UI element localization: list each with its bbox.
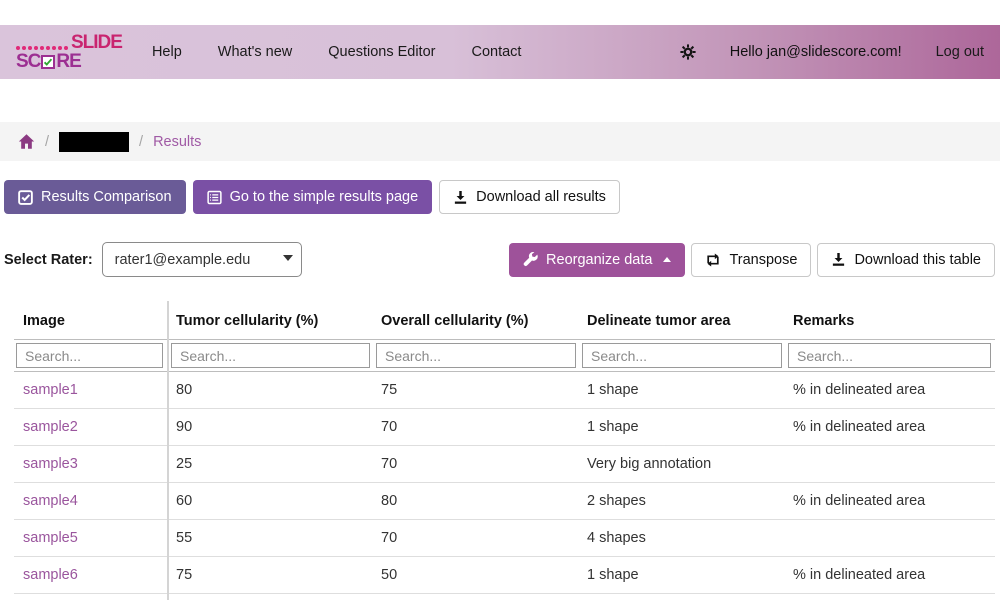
home-icon[interactable]: [18, 133, 35, 150]
cell-remarks: [786, 520, 995, 557]
logo-check-icon: [41, 55, 55, 69]
breadcrumb-separator: /: [45, 134, 49, 150]
search-input-delineate-tumor-area[interactable]: [582, 343, 782, 368]
gear-icon[interactable]: [680, 44, 696, 60]
results-comparison-button[interactable]: Results Comparison: [4, 180, 186, 214]
table-row: sample1 80 75 1 shape % in delineated ar…: [14, 372, 995, 409]
actions-toolbar: Results Comparison Go to the simple resu…: [4, 180, 1000, 214]
logo-text-line2-prefix: SC: [16, 52, 40, 71]
breadcrumb: / / Results: [0, 122, 1000, 161]
cell-delineate-tumor-area: 2 shapes: [580, 483, 786, 520]
search-input-overall-cellularity[interactable]: [376, 343, 576, 368]
column-header-tumor-cellularity[interactable]: Tumor cellularity (%): [168, 301, 374, 340]
cell-remarks: % in delineated area: [786, 372, 995, 409]
download-all-results-button[interactable]: Download all results: [439, 180, 620, 214]
logo-top: SLIDE: [16, 33, 122, 52]
nav-item-questions-editor[interactable]: Questions Editor: [328, 44, 435, 60]
table-row: sample3 25 70 Very big annotation: [14, 446, 995, 483]
search-input-image[interactable]: [16, 343, 163, 368]
table-actions-toolbar: Reorganize data Transpose Download this …: [509, 243, 995, 277]
cell-delineate-tumor-area: 1 shape: [580, 557, 786, 594]
reorganize-data-button[interactable]: Reorganize data: [509, 243, 685, 277]
image-link[interactable]: sample6: [23, 567, 78, 583]
cell-remarks: % in delineated area: [786, 557, 995, 594]
caret-up-icon: [663, 257, 671, 262]
column-header-remarks[interactable]: Remarks: [786, 301, 995, 340]
nav-links: Help What's new Questions Editor Contact: [152, 44, 522, 60]
rater-row: Select Rater: rater1@example.edu Reorgan…: [4, 242, 995, 277]
transpose-label: Transpose: [729, 252, 797, 268]
logo-text-line2-suffix: RE: [56, 52, 80, 71]
transpose-icon: [705, 252, 721, 268]
table-row: sample5 55 70 4 shapes: [14, 520, 995, 557]
nav-item-contact[interactable]: Contact: [471, 44, 521, 60]
results-comparison-label: Results Comparison: [41, 189, 172, 205]
table-header-row: Image Tumor cellularity (%) Overall cell…: [14, 301, 995, 340]
cell-remarks: [786, 446, 995, 483]
cell-tumor-cellularity: 60: [168, 483, 374, 520]
nav-item-whats-new[interactable]: What's new: [218, 44, 293, 60]
table-row: sample2 90 70 1 shape % in delineated ar…: [14, 409, 995, 446]
rater-select[interactable]: rater1@example.edu: [102, 242, 302, 277]
navbar: SLIDE SC RE Help What's new Questions Ed…: [0, 25, 1000, 79]
cell-tumor-cellularity: 80: [168, 372, 374, 409]
cell-remarks: % in delineated area: [786, 483, 995, 520]
user-greeting: Hello jan@slidescore.com!: [730, 44, 902, 60]
table-bottom-stub: [14, 594, 995, 600]
cell-overall-cellularity: 80: [374, 483, 580, 520]
cell-tumor-cellularity: 55: [168, 520, 374, 557]
transpose-button[interactable]: Transpose: [691, 243, 811, 277]
cell-tumor-cellularity: 25: [168, 446, 374, 483]
cell-overall-cellularity: 50: [374, 557, 580, 594]
cell-overall-cellularity: 75: [374, 372, 580, 409]
rater-select-wrap: rater1@example.edu: [102, 242, 302, 277]
results-table: Image Tumor cellularity (%) Overall cell…: [14, 301, 995, 600]
simple-results-page-label: Go to the simple results page: [230, 189, 419, 205]
table-search-row: [14, 340, 995, 372]
nav-item-help[interactable]: Help: [152, 44, 182, 60]
cell-remarks: % in delineated area: [786, 409, 995, 446]
cell-delineate-tumor-area: 1 shape: [580, 409, 786, 446]
cell-overall-cellularity: 70: [374, 446, 580, 483]
nav-right: Hello jan@slidescore.com! Log out: [680, 44, 984, 60]
image-link[interactable]: sample2: [23, 419, 78, 435]
logout-link[interactable]: Log out: [936, 44, 984, 60]
download-this-table-button[interactable]: Download this table: [817, 243, 995, 277]
breadcrumb-study-redacted[interactable]: [59, 132, 129, 152]
cell-overall-cellularity: 70: [374, 520, 580, 557]
download-icon: [453, 190, 468, 205]
table-row: sample4 60 80 2 shapes % in delineated a…: [14, 483, 995, 520]
cell-tumor-cellularity: 90: [168, 409, 374, 446]
cell-overall-cellularity: 70: [374, 409, 580, 446]
cell-delineate-tumor-area: Very big annotation: [580, 446, 786, 483]
list-icon: [207, 190, 222, 205]
simple-results-page-button[interactable]: Go to the simple results page: [193, 180, 433, 214]
reorganize-data-label: Reorganize data: [546, 252, 652, 268]
search-input-remarks[interactable]: [788, 343, 991, 368]
table-row: sample6 75 50 1 shape % in delineated ar…: [14, 557, 995, 594]
logo-dots-icon: [16, 46, 68, 50]
download-this-table-label: Download this table: [854, 252, 981, 268]
breadcrumb-separator: /: [139, 134, 143, 150]
download-all-results-label: Download all results: [476, 189, 606, 205]
search-input-tumor-cellularity[interactable]: [171, 343, 370, 368]
cell-delineate-tumor-area: 4 shapes: [580, 520, 786, 557]
column-header-delineate-tumor-area[interactable]: Delineate tumor area: [580, 301, 786, 340]
select-rater-label: Select Rater:: [4, 252, 93, 268]
column-header-image[interactable]: Image: [14, 301, 168, 340]
logo-text-line2: SC RE: [16, 52, 122, 71]
cell-delineate-tumor-area: 1 shape: [580, 372, 786, 409]
cell-tumor-cellularity: 75: [168, 557, 374, 594]
image-link[interactable]: sample5: [23, 530, 78, 546]
column-header-overall-cellularity[interactable]: Overall cellularity (%): [374, 301, 580, 340]
download-icon: [831, 252, 846, 267]
breadcrumb-current: Results: [153, 134, 201, 150]
image-link[interactable]: sample1: [23, 382, 78, 398]
image-link[interactable]: sample4: [23, 493, 78, 509]
image-link[interactable]: sample3: [23, 456, 78, 472]
slidescore-logo[interactable]: SLIDE SC RE: [16, 33, 122, 71]
logo-text-line1: SLIDE: [71, 33, 122, 52]
check-square-icon: [18, 190, 33, 205]
wrench-icon: [523, 252, 538, 267]
